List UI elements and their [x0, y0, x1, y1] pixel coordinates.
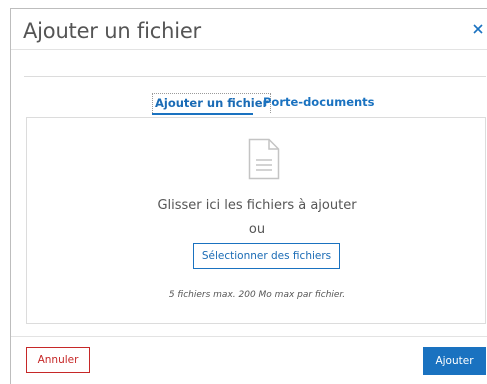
- cancel-button[interactable]: Annuler: [26, 347, 90, 373]
- dialog-title: Ajouter un fichier: [23, 19, 201, 43]
- document-icon: [248, 138, 280, 180]
- tab-document-holder[interactable]: Porte-documents: [263, 95, 375, 109]
- tabs-divider: [24, 76, 486, 77]
- footer-divider: [11, 336, 487, 337]
- active-tab-indicator: [152, 113, 253, 115]
- header-divider: [11, 49, 487, 50]
- or-separator: ou: [248, 222, 266, 237]
- upload-limits-note: 5 fichiers max. 200 Mo max par fichier.: [168, 290, 346, 300]
- add-button[interactable]: Ajouter: [423, 347, 486, 375]
- drop-instructions: Glisser ici les fichiers à ajouter: [157, 198, 357, 213]
- close-button[interactable]: [470, 21, 486, 37]
- tab-add-file[interactable]: Ajouter un fichier: [152, 93, 272, 113]
- close-icon: [473, 24, 483, 34]
- file-drop-zone[interactable]: Glisser ici les fichiers à ajouter ou Sé…: [26, 117, 486, 324]
- add-file-dialog: Ajouter un fichier Ajouter un fichier Po…: [10, 8, 487, 384]
- select-files-button[interactable]: Sélectionner des fichiers: [193, 243, 340, 269]
